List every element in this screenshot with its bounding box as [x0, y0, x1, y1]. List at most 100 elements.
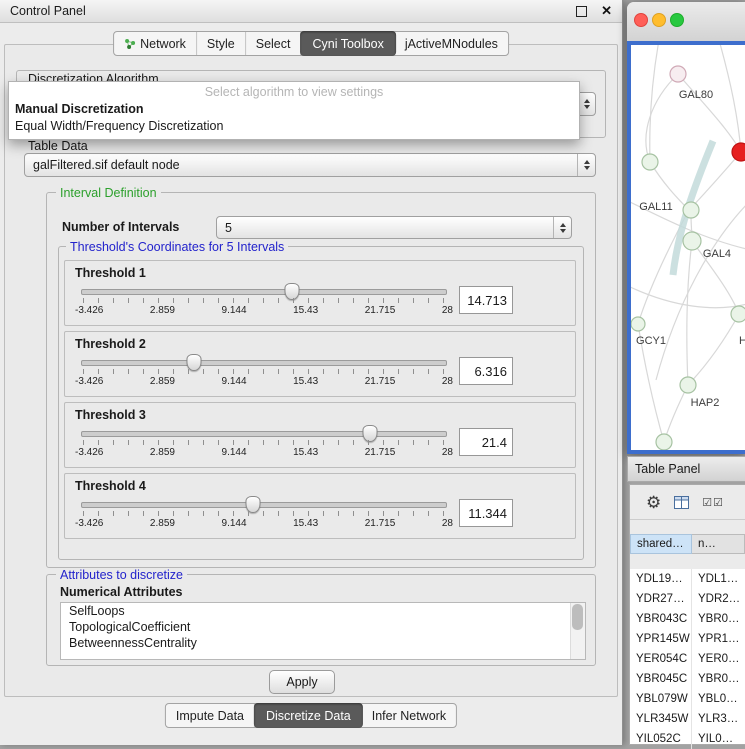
threshold-2-slider[interactable]: -3.426 2.859 9.144 15.43 21.715 28 [81, 352, 447, 390]
scale-label: 2.859 [150, 447, 175, 458]
network-node[interactable] [670, 66, 686, 82]
threshold-1-slider[interactable]: -3.426 2.859 9.144 15.43 21.715 28 [81, 281, 447, 319]
threshold-panel-4: Threshold 4 -3.426 2.859 9.144 15.43 21.… [64, 473, 576, 539]
threshold-4-value-field[interactable]: 11.344 [459, 499, 513, 527]
threshold-3-slider[interactable]: -3.426 2.859 9.144 15.43 21.715 28 [81, 423, 447, 461]
column-header-shared-name[interactable]: shared… [630, 534, 692, 554]
node-label: GCY1 [636, 335, 666, 347]
dropdown-option-manual[interactable]: Manual Discretization [9, 101, 579, 118]
slider-track[interactable] [81, 289, 447, 295]
tab-cyni-toolbox[interactable]: Cyni Toolbox [300, 31, 395, 56]
control-panel-window: Control Panel ✕ Network Style Select Cyn… [0, 0, 623, 745]
slider-track[interactable] [81, 360, 447, 366]
combo-stepper-icon[interactable] [553, 217, 571, 238]
minimize-traffic-light-icon[interactable] [652, 13, 666, 27]
attribute-item[interactable]: BetweennessCentrality [61, 635, 585, 651]
network-node[interactable] [683, 202, 699, 218]
tab-impute-data[interactable]: Impute Data [166, 704, 255, 727]
network-graph: GAL80 GAL11 GAL4 GCY1 HAP2 H [631, 45, 745, 454]
close-icon[interactable]: ✕ [601, 3, 612, 19]
scale-label: 28 [442, 518, 453, 529]
node-label: GAL11 [639, 201, 672, 213]
network-node[interactable] [680, 377, 696, 393]
number-of-intervals-combobox[interactable]: 5 [216, 216, 572, 239]
node-label: HAP2 [691, 397, 720, 409]
tab-jactivemodules[interactable]: jActiveMNodules [395, 32, 508, 55]
network-node-selected[interactable] [732, 143, 745, 161]
threshold-2-value-field[interactable]: 6.316 [459, 357, 513, 385]
number-of-intervals-value: 5 [217, 221, 553, 235]
right-column: GAL80 GAL11 GAL4 GCY1 HAP2 H Table Panel… [627, 0, 745, 745]
threshold-panel-1: Threshold 1 -3.426 2.859 9.144 15.43 21.… [64, 260, 576, 326]
table-panel-body: ⚙ ☑☑ shared… n… YDL19…YDL1… YDR27…YDR2… … [629, 484, 745, 745]
table-row[interactable]: YER054CYER0… [630, 649, 745, 669]
table-row[interactable]: YPR145WYPR1… [630, 629, 745, 649]
attribute-item[interactable]: SelfLoops [61, 603, 585, 619]
scale-label: 15.43 [293, 518, 318, 529]
network-node[interactable] [683, 232, 701, 250]
scale-label: 2.859 [150, 376, 175, 387]
scale-label: -3.426 [75, 376, 103, 387]
attributes-scrollbar[interactable] [570, 603, 585, 659]
table-row[interactable]: YLR345WYLR3… [630, 709, 745, 729]
slider-track[interactable] [81, 502, 447, 508]
table-data-combobox[interactable]: galFiltered.sif default node [24, 153, 596, 177]
table-row[interactable]: YDL19…YDL1… [630, 569, 745, 589]
attributes-list: SelfLoops TopologicalCoefficient Between… [60, 602, 586, 660]
tab-network[interactable]: Network [114, 32, 197, 55]
slider-scale: -3.426 2.859 9.144 15.43 21.715 28 [75, 518, 453, 529]
slider-scale: -3.426 2.859 9.144 15.43 21.715 28 [75, 305, 453, 316]
thresholds-group-title: Threshold's Coordinates for 5 Intervals [66, 240, 288, 254]
scale-label: 9.144 [222, 447, 247, 458]
threshold-2-label: Threshold 2 [75, 337, 565, 351]
threshold-1-value-field[interactable]: 14.713 [459, 286, 513, 314]
network-canvas[interactable]: GAL80 GAL11 GAL4 GCY1 HAP2 H [627, 41, 745, 454]
scale-label: 21.715 [365, 447, 396, 458]
node-label: GAL80 [679, 89, 713, 101]
threshold-4-slider[interactable]: -3.426 2.859 9.144 15.43 21.715 28 [81, 494, 447, 532]
scale-label: -3.426 [75, 518, 103, 529]
scale-label: 2.859 [150, 305, 175, 316]
tab-discretize-data[interactable]: Discretize Data [254, 703, 363, 728]
gear-icon[interactable]: ⚙ [646, 494, 661, 511]
table-row[interactable]: YIL052CYIL0… [630, 729, 745, 749]
network-node[interactable] [731, 306, 745, 322]
tab-infer-network[interactable]: Infer Network [362, 704, 456, 727]
bottom-tab-bar: Impute Data Discretize Data Infer Networ… [165, 703, 457, 728]
dropdown-placeholder: Select algorithm to view settings [9, 82, 579, 101]
combo-stepper-icon[interactable] [577, 154, 595, 176]
slider-track[interactable] [81, 431, 447, 437]
scale-label: 21.715 [365, 518, 396, 529]
scale-label: -3.426 [75, 447, 103, 458]
tab-select[interactable]: Select [246, 32, 302, 55]
table-row[interactable]: YBR043CYBR0… [630, 609, 745, 629]
threshold-3-label: Threshold 3 [75, 408, 565, 422]
table-row[interactable]: YBL079WYBL0… [630, 689, 745, 709]
network-node[interactable] [631, 317, 645, 331]
table-row[interactable]: YDR27…YDR2… [630, 589, 745, 609]
table-row[interactable]: YBR045CYBR0… [630, 669, 745, 689]
column-chooser-icon[interactable] [674, 496, 689, 509]
number-of-intervals-label: Number of Intervals [62, 220, 179, 234]
column-header-name[interactable]: n… [692, 534, 745, 554]
scale-label: 15.43 [293, 376, 318, 387]
float-window-icon[interactable] [576, 6, 587, 17]
control-panel-titlebar: Control Panel ✕ [0, 0, 622, 23]
scrollbar-thumb[interactable] [572, 604, 583, 630]
table-data-label: Table Data [28, 139, 88, 153]
tab-style[interactable]: Style [197, 32, 246, 55]
scale-label: 21.715 [365, 305, 396, 316]
dropdown-option-equal-width[interactable]: Equal Width/Frequency Discretization [9, 118, 579, 135]
apply-button[interactable]: Apply [269, 670, 335, 694]
zoom-traffic-light-icon[interactable] [670, 13, 684, 27]
interval-definition-title: Interval Definition [56, 186, 161, 200]
threshold-3-value-field[interactable]: 21.4 [459, 428, 513, 456]
algorithm-dropdown-popup: Select algorithm to view settings Manual… [8, 81, 580, 140]
network-node[interactable] [642, 154, 658, 170]
scale-label: 15.43 [293, 305, 318, 316]
select-rows-icons[interactable]: ☑☑ [702, 496, 724, 509]
attribute-item[interactable]: TopologicalCoefficient [61, 619, 585, 635]
threshold-panel-3: Threshold 3 -3.426 2.859 9.144 15.43 21.… [64, 402, 576, 468]
network-node[interactable] [656, 434, 672, 450]
close-traffic-light-icon[interactable] [634, 13, 648, 27]
